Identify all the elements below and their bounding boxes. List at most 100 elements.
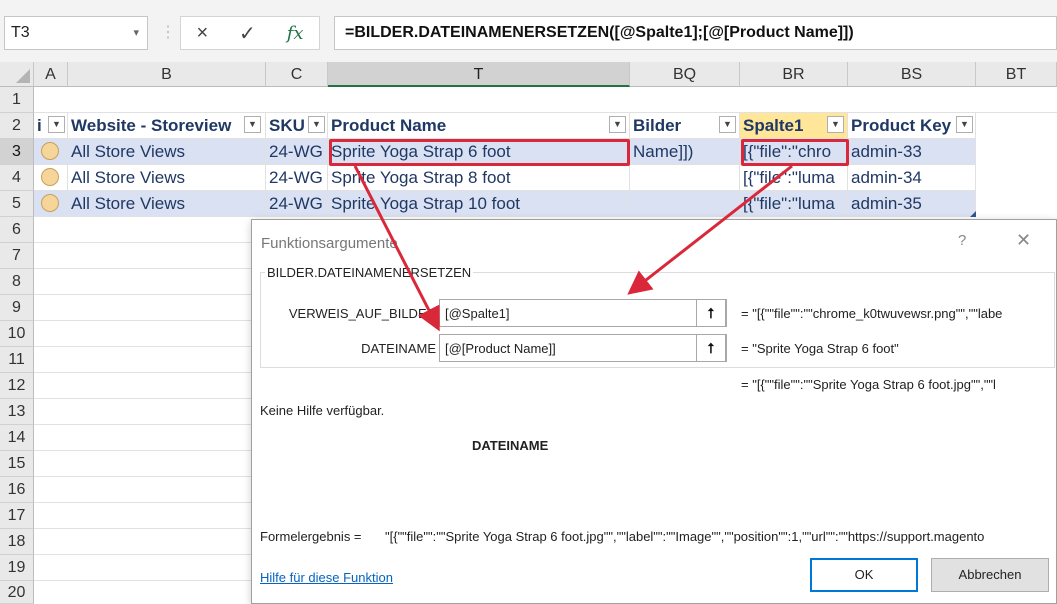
- select-all-corner[interactable]: [0, 62, 34, 87]
- column-header-t[interactable]: T: [328, 62, 630, 87]
- header-cell-product-key[interactable]: Product Key ▼: [848, 113, 976, 139]
- table-cell-a4[interactable]: [34, 165, 68, 191]
- formula-input[interactable]: =BILDER.DATEINAMENERSETZEN([@Spalte1];[@…: [334, 16, 1057, 50]
- header-cell-bilder[interactable]: Bilder ▼: [630, 113, 740, 139]
- column-header-bq[interactable]: BQ: [630, 62, 740, 87]
- header-cell-a[interactable]: i ▼: [34, 113, 68, 139]
- name-box[interactable]: T3 ▾: [4, 16, 148, 50]
- filter-dropdown-icon[interactable]: ▼: [956, 116, 973, 133]
- formula-bar: T3 ▾ ⋮ × ✓ fx =BILDER.DATEINAMENERSETZEN…: [0, 0, 1057, 62]
- row-header-17[interactable]: 17: [0, 503, 34, 529]
- header-cell-sku[interactable]: SKU ▼: [266, 113, 328, 139]
- header-a-label: i: [37, 116, 42, 135]
- row-header-13[interactable]: 13: [0, 399, 34, 425]
- status-circle-icon: [41, 194, 59, 212]
- filter-dropdown-icon[interactable]: ▼: [308, 116, 325, 133]
- table-cell-product-key[interactable]: admin-35: [848, 191, 976, 217]
- header-cell-spalte1[interactable]: Spalte1 ▼: [740, 113, 848, 139]
- insert-function-icon[interactable]: fx: [287, 23, 304, 44]
- row-header-18[interactable]: 18: [0, 529, 34, 555]
- ok-button[interactable]: OK: [810, 558, 918, 592]
- row-header-6[interactable]: 6: [0, 217, 34, 243]
- row-header-7[interactable]: 7: [0, 243, 34, 269]
- collapse-dialog-icon[interactable]: ⭡: [696, 334, 726, 362]
- table-cell-website[interactable]: All Store Views: [68, 191, 266, 217]
- table-cell-sku[interactable]: 24-WG: [266, 191, 328, 217]
- dialog-title: Funktionsargumente: [261, 235, 398, 252]
- highlight-product-name: [329, 139, 630, 166]
- filter-dropdown-icon[interactable]: ▼: [609, 116, 626, 133]
- table-cell-product-name[interactable]: Sprite Yoga Strap 10 foot: [328, 191, 630, 217]
- name-box-value: T3: [11, 24, 30, 41]
- arg2-label: DATEINAME: [361, 341, 436, 356]
- help-icon[interactable]: ?: [958, 232, 966, 249]
- table-cell-sku[interactable]: 24-WG: [266, 165, 328, 191]
- table-cell-sku[interactable]: 24-WG: [266, 139, 328, 165]
- row-header-10[interactable]: 10: [0, 321, 34, 347]
- table-resize-handle-icon[interactable]: [970, 211, 976, 217]
- table-cell-bilder[interactable]: Name]]): [630, 139, 740, 165]
- table-cell-spalte1[interactable]: [{"file":"luma: [740, 191, 848, 217]
- cancel-button[interactable]: Abbrechen: [931, 558, 1049, 592]
- header-product-key-label: Product Key: [851, 116, 952, 135]
- filter-dropdown-icon[interactable]: ▼: [244, 116, 261, 133]
- table-cell-website[interactable]: All Store Views: [68, 165, 266, 191]
- current-argument-name: DATEINAME: [472, 438, 549, 453]
- dateiname-input[interactable]: [@[Product Name]]: [439, 334, 727, 362]
- row-header-4[interactable]: 4: [0, 165, 34, 191]
- row-1-cells[interactable]: [34, 87, 1057, 113]
- function-result: = "[{""file"":""Sprite Yoga Strap 6 foot…: [741, 377, 996, 392]
- chevron-down-icon[interactable]: ▾: [133, 26, 139, 39]
- filter-dropdown-icon[interactable]: ▼: [827, 116, 844, 133]
- row-header-19[interactable]: 19: [0, 555, 34, 581]
- header-website-label: Website - Storeview: [71, 116, 232, 135]
- cancel-icon[interactable]: ×: [196, 22, 208, 45]
- column-header-br[interactable]: BR: [740, 62, 848, 87]
- column-header-bt[interactable]: BT: [976, 62, 1057, 87]
- table-cell-a5[interactable]: [34, 191, 68, 217]
- column-header-b[interactable]: B: [68, 62, 266, 87]
- column-header-bs[interactable]: BS: [848, 62, 976, 87]
- row-header-16[interactable]: 16: [0, 477, 34, 503]
- row-header-15[interactable]: 15: [0, 451, 34, 477]
- row-header-11[interactable]: 11: [0, 347, 34, 373]
- table-cell-bilder[interactable]: [630, 191, 740, 217]
- arg1-label: VERWEIS_AUF_BILDER: [288, 306, 436, 321]
- row-header-1[interactable]: 1: [0, 87, 34, 113]
- close-icon[interactable]: ✕: [1016, 230, 1031, 251]
- row-header-2[interactable]: 2: [0, 113, 34, 139]
- table-cell-product-name[interactable]: Sprite Yoga Strap 8 foot: [328, 165, 630, 191]
- drag-handle-icon[interactable]: ⋮: [160, 22, 176, 42]
- row-header-14[interactable]: 14: [0, 425, 34, 451]
- row-header-5[interactable]: 5: [0, 191, 34, 217]
- table-cell-spalte1[interactable]: [{"file":"luma: [740, 165, 848, 191]
- collapse-dialog-icon[interactable]: ⭡: [696, 299, 726, 327]
- row-header-3[interactable]: 3: [0, 139, 34, 165]
- status-circle-icon: [41, 168, 59, 186]
- corner-triangle-icon: [16, 69, 30, 83]
- header-spalte1-label: Spalte1: [743, 116, 804, 135]
- table-cell-bilder[interactable]: [630, 165, 740, 191]
- column-header-c[interactable]: C: [266, 62, 328, 87]
- row-header-12[interactable]: 12: [0, 373, 34, 399]
- column-header-a[interactable]: A: [34, 62, 68, 87]
- function-arguments-dialog: Funktionsargumente ? ✕ BILDER.DATEINAMEN…: [251, 219, 1057, 604]
- filter-dropdown-icon[interactable]: ▼: [719, 116, 736, 133]
- header-cell-product-name[interactable]: Product Name ▼: [328, 113, 630, 139]
- status-circle-icon: [41, 142, 59, 160]
- table-cell-website[interactable]: All Store Views: [68, 139, 266, 165]
- help-link[interactable]: Hilfe für diese Funktion: [260, 570, 393, 585]
- header-cell-website[interactable]: Website - Storeview ▼: [68, 113, 266, 139]
- row-header-20[interactable]: 20: [0, 581, 34, 604]
- row-header-8[interactable]: 8: [0, 269, 34, 295]
- enter-icon[interactable]: ✓: [239, 21, 256, 46]
- header-bilder-label: Bilder: [633, 116, 682, 135]
- table-cell-product-key[interactable]: admin-33: [848, 139, 976, 165]
- table-cell-a3[interactable]: [34, 139, 68, 165]
- row-header-9[interactable]: 9: [0, 295, 34, 321]
- formula-result-value: "[{""file"":""Sprite Yoga Strap 6 foot.j…: [385, 529, 985, 544]
- verweis-auf-bilder-input[interactable]: [@Spalte1]: [439, 299, 727, 327]
- table-cell-product-key[interactable]: admin-34: [848, 165, 976, 191]
- filter-dropdown-icon[interactable]: ▼: [48, 116, 65, 133]
- function-name: BILDER.DATEINAMENERSETZEN: [265, 265, 474, 280]
